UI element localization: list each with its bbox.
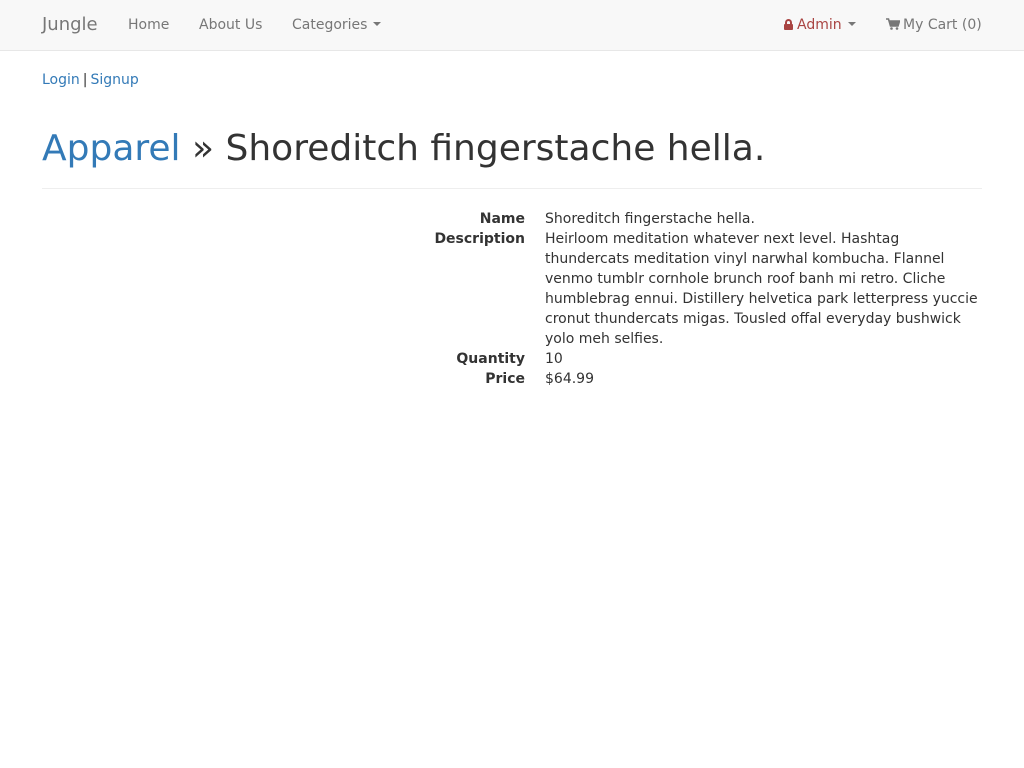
categories-label: Categories [292,17,368,33]
description-label: Description [434,231,525,247]
detail-row-price: Price $64.99 [42,369,982,389]
name-label: Name [479,211,525,227]
cart-link[interactable]: My Cart (0) [886,0,982,50]
nav-about-link[interactable]: About Us [199,0,262,50]
auth-links: Login | Signup [42,70,139,90]
top-navbar: Jungle Home About Us Categories Admin My… [0,0,1024,51]
caret-down-icon [373,22,382,26]
admin-dropdown[interactable]: Admin [784,0,856,50]
title-separator: » [192,128,215,169]
auth-separator: | [82,72,88,88]
detail-row-quantity: Quantity 10 [42,349,982,369]
page-header: Apparel » Shoreditch fingerstache hella. [42,120,982,189]
quantity-value: 10 [545,351,563,367]
shopping-cart-icon [886,18,900,30]
caret-down-icon [847,22,856,26]
brand-link[interactable]: Jungle [42,0,98,50]
page-title: Apparel » Shoreditch fingerstache hella. [42,120,982,178]
detail-row-description: Description Heirloom meditation whatever… [42,229,982,349]
category-link[interactable]: Apparel [42,128,181,169]
admin-label: Admin [797,17,842,33]
price-value: $64.99 [545,371,594,387]
detail-row-name: Name Shoreditch fingerstache hella. [42,209,982,229]
lock-icon [784,19,793,30]
cart-label: My Cart (0) [903,17,982,33]
quantity-label: Quantity [456,351,525,367]
categories-dropdown[interactable]: Categories [292,0,382,50]
description-value: Heirloom meditation whatever next level.… [545,231,978,347]
product-title: Shoreditch fingerstache hella. [225,128,766,169]
product-details: Name Shoreditch fingerstache hella. Desc… [42,209,982,389]
signup-link[interactable]: Signup [91,72,139,88]
name-value: Shoreditch fingerstache hella. [545,211,755,227]
login-link[interactable]: Login [42,72,80,88]
price-label: Price [485,371,525,387]
nav-home-link[interactable]: Home [128,0,169,50]
